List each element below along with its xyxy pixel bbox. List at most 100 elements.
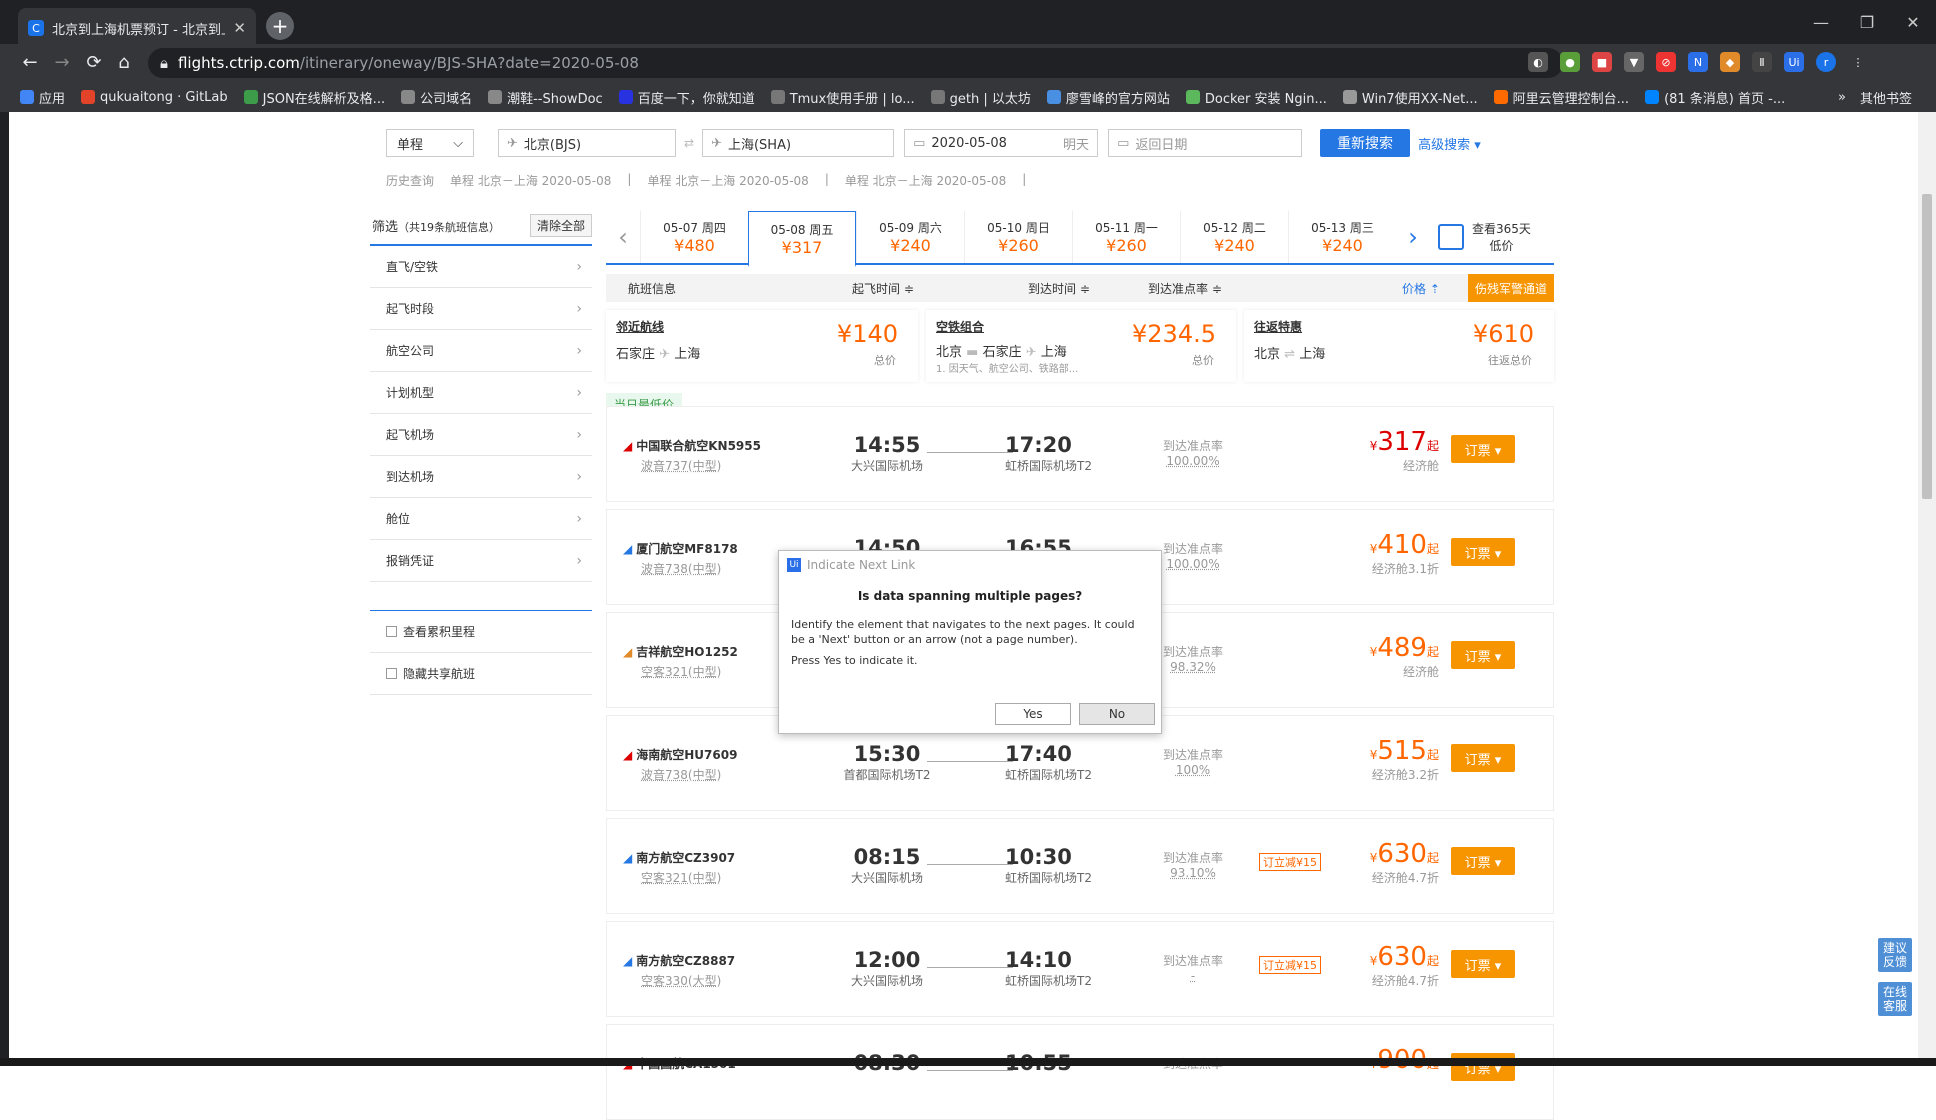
bookmark-item[interactable]: 廖雪峰的官方网站: [1046, 88, 1170, 107]
clear-filters-button[interactable]: 清除全部: [529, 213, 592, 237]
history-item[interactable]: 单程 北京－上海 2020-05-08: [647, 172, 808, 189]
date-price: ¥260: [1106, 236, 1147, 255]
ontime-label: 到达准点率: [1163, 851, 1224, 865]
menu-icon[interactable]: ⋮: [1848, 52, 1868, 72]
bookmark-item[interactable]: geth | 以太坊: [930, 88, 1031, 107]
book-button[interactable]: 订票 ▾: [1451, 847, 1515, 875]
return-date-input[interactable]: ▭ 返回日期: [1108, 129, 1303, 157]
prev-dates-icon[interactable]: ‹: [606, 211, 640, 263]
history-item[interactable]: 单程 北京－上海 2020-05-08: [845, 172, 1006, 189]
browser-tab[interactable]: C 北京到上海机票预订 - 北京到上 ✕: [18, 8, 256, 48]
no-button[interactable]: No: [1079, 703, 1155, 725]
new-tab-icon[interactable]: +: [266, 12, 294, 40]
date-tab[interactable]: 05-09 周六 ¥240: [856, 211, 964, 263]
extension-icon[interactable]: Ⅱ: [1752, 52, 1772, 72]
extension-icon[interactable]: ⊘: [1656, 52, 1676, 72]
promo-price-label: 总价: [874, 354, 896, 367]
book-button[interactable]: 订票 ▾: [1451, 950, 1515, 978]
extension-icon[interactable]: ●: [1560, 52, 1580, 72]
bookmark-item[interactable]: Tmux使用手册 | lo...: [770, 88, 915, 107]
aircraft-type[interactable]: 波音738(中型): [641, 766, 721, 783]
feedback-button[interactable]: 建议反馈: [1878, 938, 1912, 972]
filter-item[interactable]: 起飞机场 ›: [370, 414, 592, 456]
book-button[interactable]: 订票 ▾: [1451, 744, 1515, 772]
airline-logo-icon: ◢: [623, 541, 633, 556]
extension-icon[interactable]: ◆: [1720, 52, 1740, 72]
sort-arrival[interactable]: 到达时间 ≑: [1028, 280, 1090, 297]
date-tab[interactable]: 05-11 周一 ¥260: [1072, 211, 1180, 263]
bookmark-item[interactable]: JSON在线解析及格...: [243, 88, 385, 107]
book-button[interactable]: 订票 ▾: [1451, 641, 1515, 669]
date-tab[interactable]: 05-12 周二 ¥240: [1180, 211, 1288, 263]
close-tab-icon[interactable]: ✕: [233, 19, 246, 37]
home-icon[interactable]: ⌂: [112, 52, 136, 73]
scrollbar[interactable]: [1918, 112, 1936, 1066]
forward-icon[interactable]: →: [50, 52, 74, 73]
scrollbar-thumb[interactable]: [1922, 194, 1932, 499]
book-button[interactable]: 订票 ▾: [1451, 538, 1515, 566]
aircraft-type[interactable]: 波音737(中型): [641, 457, 721, 474]
date-tab[interactable]: 05-13 周三 ¥240: [1288, 211, 1396, 263]
military-channel-button[interactable]: 伤残军警通道: [1467, 274, 1554, 302]
url-bar[interactable]: 🔒︎ flights.ctrip.com/itinerary/oneway/BJ…: [148, 48, 1563, 78]
promo-nearby[interactable]: 邻近航线 石家庄 ✈ 上海 ¥140 总价: [606, 310, 918, 382]
book-button[interactable]: 订票 ▾: [1451, 435, 1515, 463]
advanced-search-link[interactable]: 高级搜索 ▾: [1418, 134, 1481, 153]
depart-date-input[interactable]: ▭ 2020-05-08 明天: [904, 129, 1099, 157]
profile-avatar[interactable]: r: [1816, 52, 1836, 72]
filter-item[interactable]: 报销凭证 ›: [370, 540, 592, 582]
restore-icon[interactable]: ❐: [1844, 0, 1890, 44]
extension-icon[interactable]: ▼: [1624, 52, 1644, 72]
aircraft-type[interactable]: 波音738(中型): [641, 560, 721, 577]
promo-round-trip[interactable]: 往返特惠 北京 ⇌ 上海 ¥610 往返总价: [1244, 310, 1554, 382]
filter-item[interactable]: 到达机场 ›: [370, 456, 592, 498]
search-button[interactable]: 重新搜索: [1320, 129, 1411, 157]
filter-item[interactable]: 直飞/空铁 ›: [370, 246, 592, 288]
bookmark-item[interactable]: 潮鞋--ShowDoc: [488, 88, 603, 107]
filter-item[interactable]: 舱位 ›: [370, 498, 592, 540]
aircraft-type[interactable]: 空客321(中型): [641, 869, 721, 886]
trip-type-select[interactable]: 单程 ⌵: [386, 129, 474, 157]
yes-button[interactable]: Yes: [995, 703, 1071, 725]
next-dates-icon[interactable]: ›: [1396, 211, 1430, 263]
filter-list: 直飞/空铁 › 起飞时段 › 航空公司 › 计划机型 › 起飞机场 › 到达机场 › 舱位 › 报销凭证 ›: [370, 244, 592, 582]
sort-departure[interactable]: 起飞时间 ≑: [852, 280, 914, 297]
online-service-button[interactable]: 在线客服: [1878, 982, 1912, 1016]
sort-price[interactable]: 价格 ⇡: [1402, 280, 1440, 297]
sort-ontime[interactable]: 到达准点率 ≑: [1148, 280, 1222, 297]
filter-item[interactable]: 起飞时段 ›: [370, 288, 592, 330]
date-tab[interactable]: 05-08 周五 ¥317: [748, 211, 856, 267]
swap-icon[interactable]: ⇄: [684, 136, 694, 150]
bookmark-item[interactable]: 百度一下，你就知道: [618, 88, 755, 107]
close-window-icon[interactable]: ✕: [1890, 0, 1936, 44]
from-city-input[interactable]: ✈ 北京(BJS): [498, 129, 676, 157]
filter-item[interactable]: 计划机型 ›: [370, 372, 592, 414]
other-bookmarks[interactable]: 其他书签: [1860, 88, 1912, 107]
filter-item[interactable]: 航空公司 ›: [370, 330, 592, 372]
date-tab[interactable]: 05-07 周四 ¥480: [640, 211, 748, 263]
back-icon[interactable]: ←: [18, 52, 42, 73]
aircraft-type[interactable]: 空客321(中型): [641, 663, 721, 680]
bookmark-item[interactable]: Win7使用XX-Net...: [1342, 88, 1478, 107]
aircraft-type[interactable]: 空客330(大型): [641, 972, 721, 989]
hide-shared-checkbox[interactable]: 隐藏共享航班: [370, 653, 592, 695]
history-item[interactable]: 单程 北京－上海 2020-05-08: [450, 172, 611, 189]
extension-icon[interactable]: ◐: [1528, 52, 1548, 72]
uipath-icon[interactable]: Ui: [1784, 52, 1804, 72]
date-tab[interactable]: 05-10 周日 ¥260: [964, 211, 1072, 263]
mileage-checkbox[interactable]: 查看累积里程: [370, 611, 592, 653]
reload-icon[interactable]: ⟳: [82, 52, 106, 73]
to-city-input[interactable]: ✈ 上海(SHA): [702, 129, 895, 157]
bookmark-item[interactable]: 公司域名: [401, 88, 472, 107]
bookmark-item[interactable]: 阿里云管理控制台...: [1493, 88, 1629, 107]
bookmark-item[interactable]: 应用: [20, 88, 65, 107]
promo-air-rail[interactable]: 空铁组合 北京 ▬ 石家庄 ✈ 上海 1. 因天气、航空公司、铁路部... ¥2…: [926, 310, 1236, 382]
extension-icon[interactable]: N: [1688, 52, 1708, 72]
minimize-icon[interactable]: —: [1798, 0, 1844, 44]
bookmark-item[interactable]: qukuaitong · GitLab: [81, 90, 228, 105]
more-bookmarks[interactable]: »: [1838, 90, 1846, 105]
bookmark-item[interactable]: (81 条消息) 首页 -...: [1645, 88, 1785, 107]
extension-icon[interactable]: ■: [1592, 52, 1612, 72]
calendar-365-button[interactable]: 查看365天 低价: [1430, 211, 1540, 263]
bookmark-item[interactable]: Docker 安装 Ngin...: [1185, 88, 1327, 107]
